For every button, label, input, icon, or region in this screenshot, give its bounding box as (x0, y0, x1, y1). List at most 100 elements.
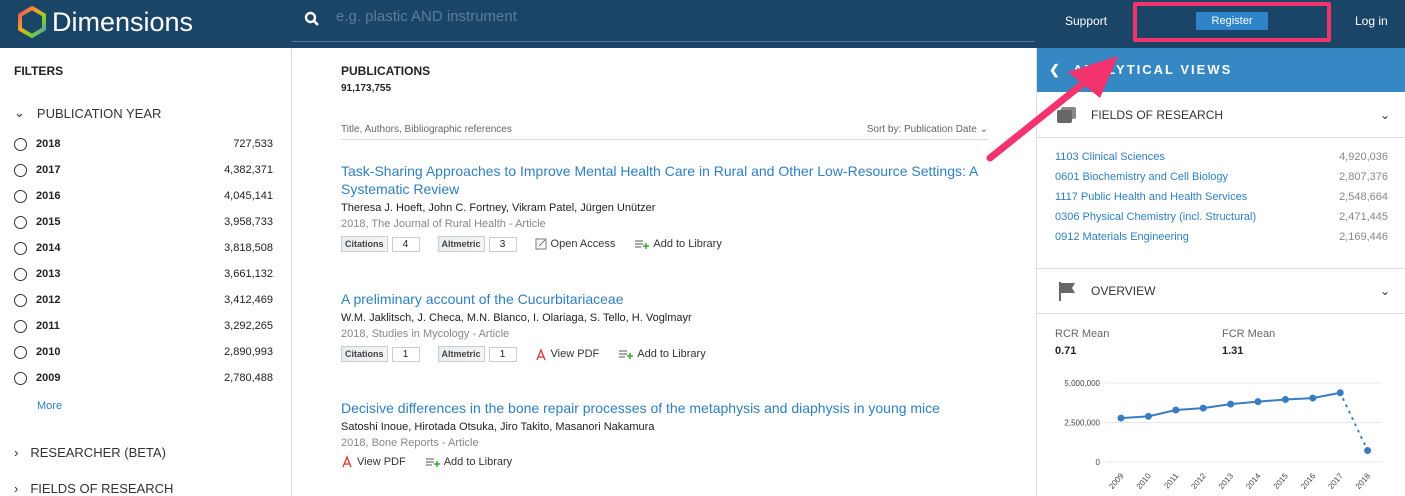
field-count: 2,471,445 (1339, 211, 1388, 223)
field-link[interactable]: 1103 Clinical Sciences (1055, 151, 1165, 163)
researcher-toggle[interactable]: › RESEARCHER (BETA) (14, 445, 166, 460)
field-count: 2,548,664 (1339, 191, 1388, 203)
support-link[interactable]: Support (1065, 14, 1107, 28)
year-filter-2017[interactable]: 2017 4,382,371 (14, 160, 273, 180)
fields-of-research-header[interactable]: FIELDS OF RESEARCH ⌄ (1037, 92, 1405, 138)
year-label: 2010 (36, 346, 61, 358)
field-link[interactable]: 0912 Materials Engineering (1055, 231, 1189, 243)
radio-button[interactable] (14, 267, 27, 281)
section-label: RESEARCHER (BETA) (30, 445, 166, 460)
analytical-views-panel: ❮ ANALYTICAL VIEWS FIELDS OF RESEARCH ⌄ … (1036, 48, 1405, 496)
publications-count: 91,173,755 (341, 83, 392, 94)
year-filter-2018[interactable]: 2018 727,533 (14, 134, 273, 154)
view-pdf-link[interactable]: View PDF (535, 347, 599, 361)
y-tick-label: 2,500,000 (1064, 419, 1100, 428)
overview-header[interactable]: OVERVIEW ⌄ (1037, 268, 1405, 314)
fcr-metric: FCR Mean 1.31 (1222, 328, 1275, 357)
action-label: Add to Library (653, 238, 722, 250)
field-link[interactable]: 1117 Public Health and Health Services (1055, 191, 1247, 203)
year-label: 2009 (36, 372, 61, 384)
fields-toggle[interactable]: › FIELDS OF RESEARCH (14, 481, 173, 496)
data-point-2017 (1336, 389, 1344, 397)
publication-year-toggle[interactable]: ⌄ PUBLICATION YEAR (14, 105, 161, 121)
result-actions: Citations 1 Altmetric 1 View PDF Add to Libra… (341, 346, 1001, 362)
altmetric-badge[interactable]: Altmetric 1 (437, 346, 517, 362)
year-filter-2009[interactable]: 2009 2,780,488 (14, 368, 273, 388)
projected-line (1339, 391, 1369, 452)
section-title: FIELDS OF RESEARCH (1091, 107, 1224, 122)
result-title-link[interactable]: Decisive differences in the bone repair … (341, 399, 1001, 417)
add-to-library-button[interactable]: Add to Library (619, 348, 706, 360)
radio-button[interactable] (14, 345, 27, 359)
field-link[interactable]: 0601 Biochemistry and Cell Biology (1055, 171, 1228, 183)
year-filter-2015[interactable]: 2015 3,958,733 (14, 212, 273, 232)
year-label: 2014 (36, 242, 61, 254)
analytical-views-header[interactable]: ❮ ANALYTICAL VIEWS (1037, 48, 1405, 92)
add-to-library-button[interactable]: Add to Library (635, 238, 722, 250)
radio-button[interactable] (14, 163, 27, 177)
section-title: OVERVIEW (1091, 284, 1156, 298)
citations-count: 4 (391, 236, 420, 252)
search-icon[interactable] (304, 11, 320, 27)
radio-button[interactable] (14, 189, 27, 203)
brand-name: Dimensions (52, 6, 194, 37)
year-label: 2013 (36, 268, 61, 280)
x-tick-label: 2014 (1244, 471, 1263, 491)
add-to-library-icon (635, 240, 650, 249)
year-filter-2014[interactable]: 2014 3,818,508 (14, 238, 273, 258)
rcr-value: 0.71 (1055, 345, 1077, 357)
action-label: Add to Library (637, 348, 706, 360)
year-label: 2011 (36, 320, 60, 332)
y-tick-label: 5,000,000 (1064, 379, 1100, 388)
data-point-2012 (1199, 404, 1207, 412)
year-count: 3,292,265 (224, 320, 273, 332)
add-to-library-icon (619, 350, 634, 359)
view-pdf-link[interactable]: View PDF (341, 455, 406, 468)
results-main: PUBLICATIONS 91,173,755 Title, Authors, … (292, 48, 1036, 496)
login-link[interactable]: Log in (1355, 14, 1388, 28)
fcr-label: FCR Mean (1222, 328, 1276, 340)
open-access-link[interactable]: Open Access (535, 238, 615, 250)
citations-badge[interactable]: Citations 4 (341, 236, 420, 252)
radio-button[interactable] (14, 215, 27, 229)
filters-sidebar: FILTERS ⌄ PUBLICATION YEAR 2018 727,533 201… (0, 48, 292, 496)
field-count: 2,807,376 (1339, 171, 1388, 183)
radio-button[interactable] (14, 371, 27, 385)
search-input[interactable] (336, 8, 936, 25)
more-link[interactable]: More (37, 400, 62, 412)
chevron-right-icon: › (14, 445, 19, 460)
citations-count: 1 (391, 346, 420, 362)
sort-label: Sort by: Publication Date (866, 124, 977, 135)
year-count: 727,533 (233, 138, 273, 150)
radio-button[interactable] (14, 137, 27, 151)
x-tick-label: 2012 (1189, 471, 1208, 491)
data-point-2018 (1364, 447, 1372, 455)
field-link[interactable]: 0306 Physical Chemistry (incl. Structura… (1055, 211, 1256, 223)
sort-dropdown[interactable]: Sort by: Publication Date ⌄ (867, 124, 988, 135)
result-item: A preliminary account of the Cucurbitari… (341, 290, 1001, 362)
year-filter-2010[interactable]: 2010 2,890,993 (14, 342, 273, 362)
year-filter-2011[interactable]: 2011 3,292,265 (14, 316, 273, 336)
badge-label: Altmetric (437, 346, 485, 362)
flag-icon (1059, 282, 1075, 301)
result-title-link[interactable]: A preliminary account of the Cucurbitari… (341, 290, 1001, 308)
year-filter-2013[interactable]: 2013 3,661,132 (14, 264, 273, 284)
radio-button[interactable] (14, 319, 27, 333)
altmetric-badge[interactable]: Altmetric 3 (437, 236, 517, 252)
citations-badge[interactable]: Citations 1 (341, 346, 420, 362)
radio-button[interactable] (14, 293, 27, 307)
top-header: Dimensions Support Register Log in (0, 0, 1405, 48)
year-label: 2015 (36, 216, 61, 228)
year-filter-2012[interactable]: 2012 3,412,469 (14, 290, 273, 310)
result-title-link[interactable]: Task-Sharing Approaches to Improve Menta… (341, 162, 1001, 198)
pdf-icon (342, 455, 352, 468)
sort-bar: Title, Authors, Bibliographic references… (341, 124, 988, 140)
radio-button[interactable] (14, 241, 27, 255)
year-count: 2,780,488 (224, 372, 273, 384)
year-filter-2016[interactable]: 2016 4,045,141 (14, 186, 273, 206)
x-tick-label: 2017 (1326, 471, 1345, 491)
field-row: 1103 Clinical Sciences 4,920,036 (1055, 151, 1388, 163)
dimensions-logo[interactable]: Dimensions (16, 6, 193, 38)
add-to-library-button[interactable]: Add to Library (425, 456, 512, 468)
year-label: 2016 (36, 190, 61, 202)
